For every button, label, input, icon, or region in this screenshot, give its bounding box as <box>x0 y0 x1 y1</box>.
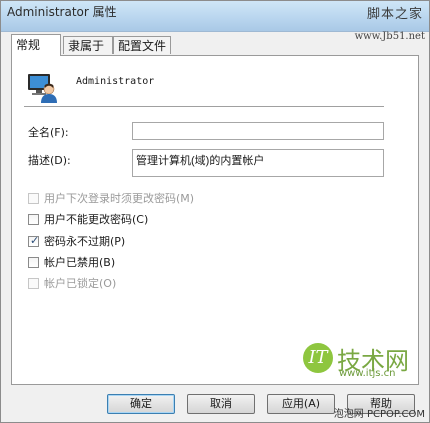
checkbox-label: 密码永不过期(P) <box>44 235 126 248</box>
top-brand-watermark: 脚本之家 <box>366 7 423 22</box>
cancel-button[interactable]: 取消 <box>187 394 255 414</box>
tab-member-of[interactable]: 隶属于 <box>63 36 113 54</box>
title-bar[interactable]: Administrator 属性 脚本之家 <box>1 1 429 32</box>
tab-general[interactable]: 常规 <box>11 34 61 56</box>
full-name-field[interactable] <box>132 122 384 140</box>
top-url-watermark: www.Jb51.net <box>354 31 425 42</box>
checkbox-label: 用户下次登录时须更改密码(M) <box>44 192 195 205</box>
description-label: 描述(D): <box>28 154 71 167</box>
checkbox-label: 帐户已锁定(O) <box>44 277 117 290</box>
divider <box>24 106 384 108</box>
tab-profile[interactable]: 配置文件 <box>113 36 171 54</box>
checkbox-label: 用户不能更改密码(C) <box>44 213 149 226</box>
checkbox-label: 帐户已禁用(B) <box>44 256 116 269</box>
bottom-credit-watermark: 泡泡网 PCPOP.COM <box>333 409 425 420</box>
logo-watermark: IT 技术网 www.itjs.cn <box>299 341 429 381</box>
properties-window: Administrator 属性 脚本之家 www.Jb51.net 常规 隶属… <box>0 0 430 423</box>
logo-url: www.itjs.cn <box>339 368 396 379</box>
logo-mark: IT <box>303 343 333 373</box>
user-account-icon <box>28 74 57 103</box>
full-name-label: 全名(F): <box>28 126 69 139</box>
checkbox[interactable] <box>28 214 39 225</box>
general-tab-panel: Administrator 全名(F): 描述(D): 管理计算机(域)的内置帐… <box>11 55 419 385</box>
user-name: Administrator <box>76 76 155 87</box>
window-title: Administrator 属性 <box>7 5 117 19</box>
checkbox[interactable]: ✓ <box>28 234 40 247</box>
checkbox[interactable] <box>28 257 39 268</box>
ok-button[interactable]: 确定 <box>107 394 175 414</box>
checkbox[interactable] <box>28 278 39 289</box>
checkmark-icon: ✓ <box>30 234 40 247</box>
apply-button[interactable]: 应用(A) <box>267 394 335 414</box>
checkbox[interactable] <box>28 193 39 204</box>
description-field[interactable]: 管理计算机(域)的内置帐户 <box>132 149 384 177</box>
